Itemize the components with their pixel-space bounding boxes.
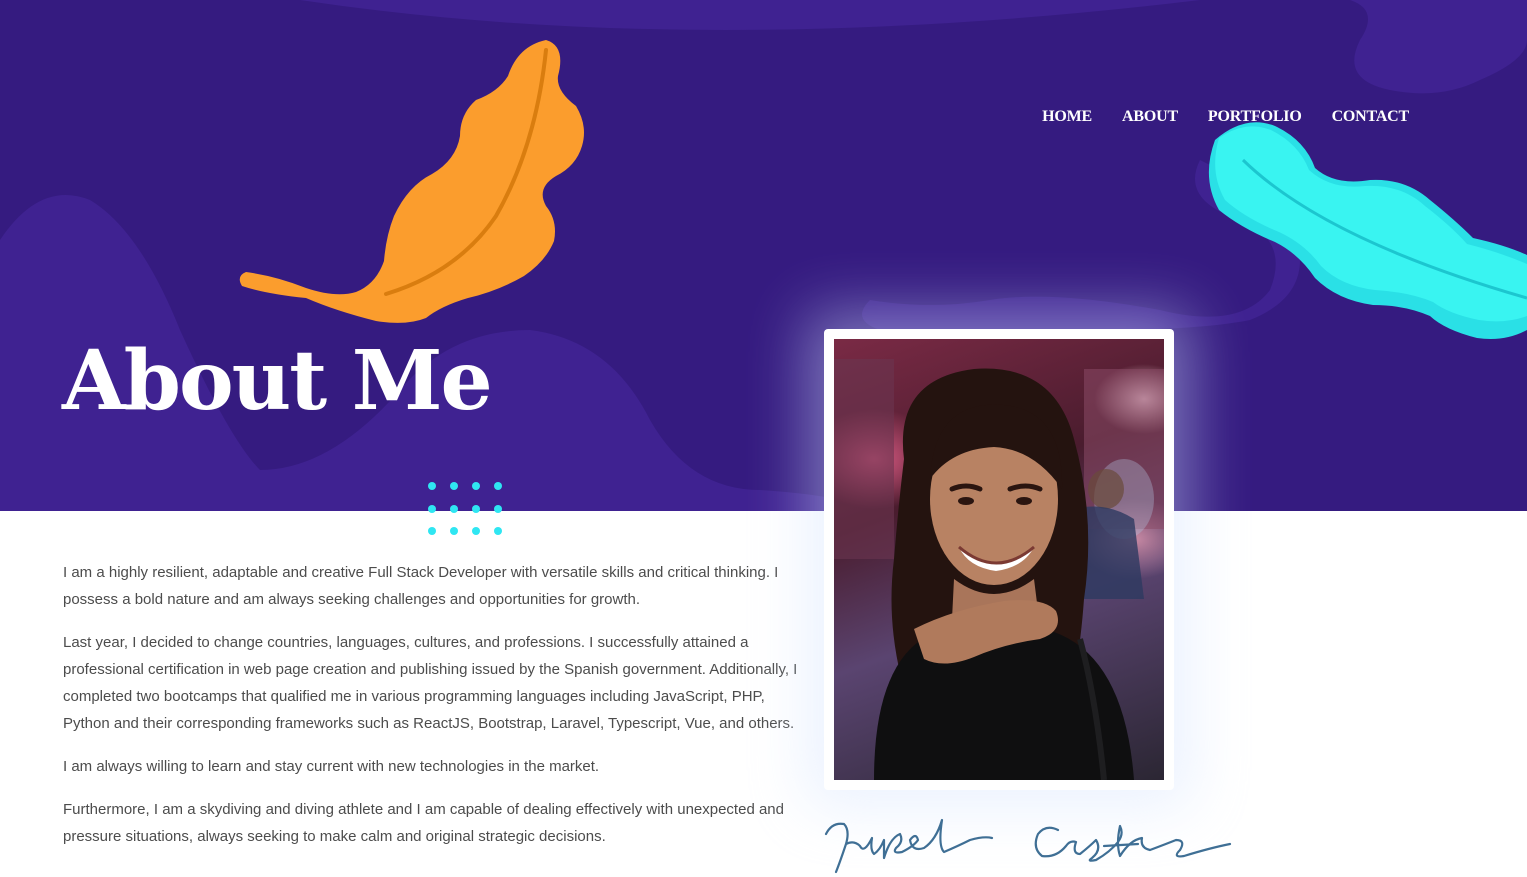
dot	[450, 527, 458, 535]
bio-section: I am a highly resilient, adaptable and c…	[63, 559, 803, 866]
dot	[450, 482, 458, 490]
profile-photo	[834, 339, 1164, 780]
page-title: About Me	[62, 333, 493, 429]
bio-paragraph: I am a highly resilient, adaptable and c…	[63, 564, 779, 608]
dot	[428, 504, 436, 513]
about-page: HOME ABOUT PORTFOLIO CONTACT About Me I …	[0, 0, 1527, 877]
dot	[472, 482, 480, 490]
dot	[428, 527, 436, 535]
bio-paragraph: Furthermore, I am a skydiving and diving…	[63, 801, 784, 845]
dot	[428, 482, 436, 490]
nav-about-link[interactable]: ABOUT	[1122, 108, 1178, 126]
dot	[450, 504, 458, 513]
hero-banner: HOME ABOUT PORTFOLIO CONTACT About Me	[0, 0, 1527, 511]
bio-paragraph: Last year, I decided to change countries…	[63, 634, 798, 732]
dot	[472, 527, 480, 535]
dot	[494, 504, 502, 513]
orange-leaf-icon	[239, 40, 584, 323]
dot	[494, 527, 502, 535]
dot	[472, 504, 480, 513]
bio-paragraph: I am always willing to learn and stay cu…	[63, 758, 600, 775]
main-nav: HOME ABOUT PORTFOLIO CONTACT	[1042, 108, 1409, 126]
nav-portfolio-link[interactable]: PORTFOLIO	[1208, 108, 1302, 126]
profile-photo-frame	[824, 329, 1174, 790]
cyan-leaf-icon	[1208, 122, 1527, 339]
dot-grid-decoration	[428, 482, 504, 538]
nav-home-link[interactable]: HOME	[1042, 108, 1092, 126]
portrait-illustration	[834, 359, 1164, 780]
nav-contact-link[interactable]: CONTACT	[1332, 108, 1410, 126]
dot	[494, 482, 502, 490]
signature	[824, 818, 1232, 874]
